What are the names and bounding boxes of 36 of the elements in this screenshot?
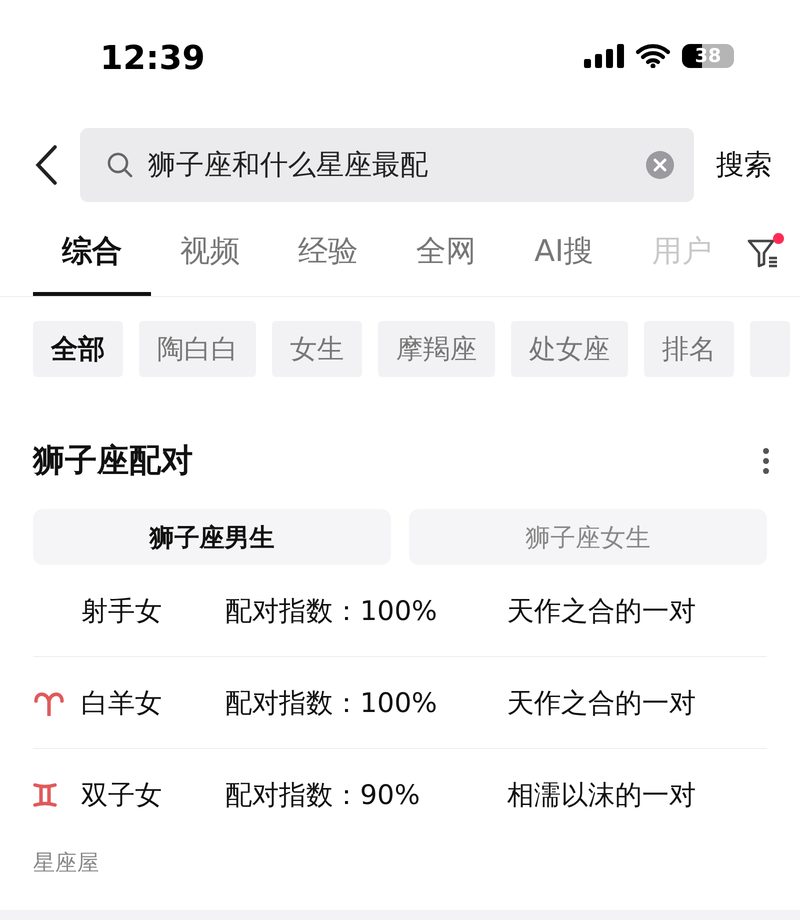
more-icon[interactable] [762, 447, 770, 475]
filter-chip[interactable]: 全部 [33, 321, 123, 377]
wifi-icon [636, 44, 670, 68]
search-bar[interactable]: 狮子座和什么星座最配 [80, 128, 694, 202]
status-time: 12:39 [100, 38, 206, 77]
search-icon [106, 151, 134, 179]
sign-name: 双子女 [81, 778, 163, 812]
source-label: 星座屋 [32, 850, 100, 878]
filter-chip[interactable]: 处女座 [511, 321, 628, 377]
match-score: 配对指数：100% [225, 686, 438, 720]
filter-chip[interactable]: 女生 [272, 321, 362, 377]
match-verdict: 天作之合的一对 [507, 594, 697, 628]
tab[interactable]: 全网 [387, 231, 505, 296]
sign-name: 白羊女 [81, 686, 163, 720]
filter-chip[interactable]: 摩羯座 [378, 321, 495, 377]
filter-chip[interactable]: 排名 [644, 321, 734, 377]
tab[interactable]: 综合 [33, 231, 151, 296]
clear-icon[interactable] [646, 151, 674, 179]
search-field[interactable]: 狮子座和什么星座最配 [146, 148, 634, 182]
match-score: 配对指数：100% [225, 594, 438, 628]
tab[interactable]: AI搜 [505, 231, 623, 296]
sign-name: 射手女 [81, 594, 163, 628]
filter-chip[interactable]: 陶白白 [139, 321, 256, 377]
tab[interactable]: 经验 [269, 231, 387, 296]
aries-icon [33, 690, 65, 716]
signal-icon [584, 44, 624, 68]
card-title: 狮子座配对 [33, 440, 193, 481]
match-score: 配对指数：90% [225, 778, 422, 812]
gemini-icon [33, 782, 57, 808]
tab[interactable]: 视频 [151, 231, 269, 296]
search-button[interactable]: 搜索 [716, 146, 772, 184]
gender-tab[interactable]: 狮子座女生 [409, 509, 767, 565]
gender-tab[interactable]: 狮子座男生 [33, 509, 391, 565]
back-icon[interactable] [34, 144, 58, 186]
match-verdict: 相濡以沫的一对 [507, 778, 697, 812]
match-verdict: 天作之合的一对 [507, 686, 697, 720]
